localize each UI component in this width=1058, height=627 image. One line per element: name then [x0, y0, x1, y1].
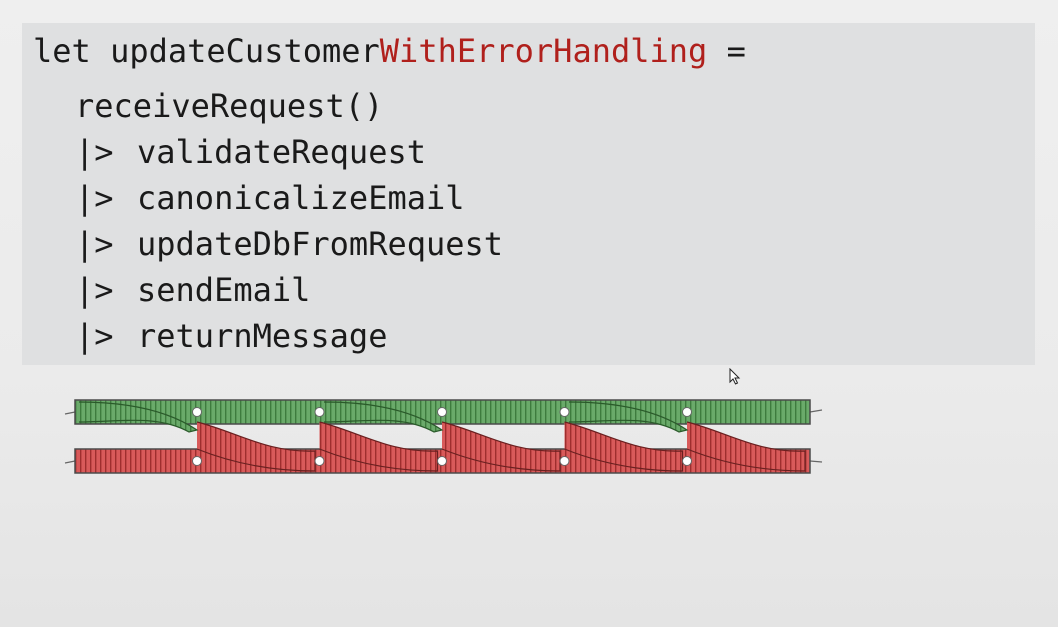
mouse-pointer-icon: [729, 368, 741, 385]
step-name: returnMessage: [137, 317, 388, 355]
code-line-step: |> sendEmail: [75, 270, 310, 310]
step-name: sendEmail: [137, 271, 311, 309]
pipe-operator: |>: [75, 133, 114, 171]
step-name: canonicalizeEmail: [137, 179, 465, 217]
pipe-operator: |>: [75, 317, 114, 355]
pipe-operator: |>: [75, 271, 114, 309]
track-end-left-top: [64, 411, 76, 415]
switch-point-top: [682, 407, 692, 417]
track-end-right-bottom: [809, 460, 823, 463]
code-block: let updateCustomerWithErrorHandling = re…: [22, 23, 1035, 365]
code-line-step: |> canonicalizeEmail: [75, 178, 465, 218]
switch-point-bottom: [192, 456, 202, 466]
track-end-left-bottom: [64, 460, 76, 464]
function-name-highlight: WithErrorHandling: [379, 32, 708, 70]
switch-point-bottom: [314, 456, 325, 466]
switch-point-bottom: [559, 456, 570, 466]
switch-point-bottom: [437, 456, 447, 466]
code-line-step: |> updateDbFromRequest: [75, 224, 503, 264]
code-line-definition: let updateCustomerWithErrorHandling =: [33, 31, 746, 71]
equals-sign: =: [726, 32, 746, 70]
switch-point-top: [437, 407, 447, 417]
railway-track-diagram: [60, 392, 830, 482]
switch-point-top: [314, 407, 325, 417]
code-line-start: receiveRequest(): [75, 87, 384, 125]
pipe-operator: |>: [75, 179, 114, 217]
function-name-prefix: updateCustomer: [110, 32, 380, 70]
keyword-let: let: [33, 32, 91, 70]
code-line-step: |> returnMessage: [75, 316, 387, 356]
switch-point-top: [559, 407, 570, 417]
step-name: validateRequest: [137, 133, 426, 171]
step-name: updateDbFromRequest: [137, 225, 504, 263]
railway-svg: [64, 399, 823, 474]
pipe-operator: |>: [75, 225, 114, 263]
track-end-right-top: [809, 409, 823, 413]
switch-point-bottom: [682, 456, 692, 466]
switch-point-top: [192, 407, 202, 417]
code-line-step: |> validateRequest: [75, 132, 426, 172]
